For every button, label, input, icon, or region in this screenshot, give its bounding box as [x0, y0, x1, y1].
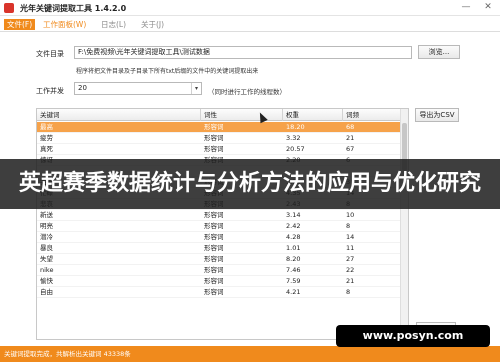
- concurrency-select[interactable]: 20 ▾: [74, 82, 202, 95]
- cell-weight: 2.42: [286, 222, 301, 230]
- cell-pos: 形容词: [204, 288, 224, 296]
- close-icon[interactable]: ✕: [480, 1, 496, 14]
- column-keyword[interactable]: 关键词: [37, 109, 201, 121]
- column-weight[interactable]: 权重: [283, 109, 343, 121]
- chevron-down-icon: ▾: [191, 83, 201, 94]
- cell-frequency: 8: [346, 222, 351, 230]
- cell-frequency: 21: [346, 277, 355, 285]
- cell-weight: 20.57: [286, 145, 305, 153]
- column-frequency[interactable]: 词频: [343, 109, 401, 121]
- cell-keyword: 最高: [40, 123, 53, 131]
- menu-bar: 文件(F) 工作面板(W) 日志(L) 关于(J): [0, 17, 500, 32]
- cell-keyword: 新送: [40, 211, 53, 219]
- minimize-icon[interactable]: —: [458, 1, 474, 14]
- export-csv-button[interactable]: 导出为CSV: [415, 108, 459, 122]
- table-row[interactable]: 愉快 形容词 7.59 21: [37, 276, 401, 287]
- cell-keyword: 疲劳: [40, 134, 53, 142]
- column-pos[interactable]: 词性: [201, 109, 283, 121]
- cell-keyword: 自由: [40, 288, 53, 296]
- cell-pos: 形容词: [204, 134, 224, 142]
- cell-frequency: 8: [346, 288, 351, 296]
- cell-frequency: 22: [346, 266, 355, 274]
- cell-weight: 4.28: [286, 233, 301, 241]
- cell-weight: 1.01: [286, 244, 301, 252]
- cell-keyword: 失望: [40, 255, 53, 263]
- cell-weight: 4.21: [286, 288, 301, 296]
- cell-weight: 8.20: [286, 255, 301, 263]
- overlay-banner: 英超赛季数据统计与分析方法的应用与优化研究: [0, 159, 500, 209]
- cell-weight: 7.46: [286, 266, 301, 274]
- cell-pos: 形容词: [204, 277, 224, 285]
- cell-pos: 形容词: [204, 255, 224, 263]
- cell-pos: 形容词: [204, 123, 224, 131]
- table-scrollbar[interactable]: [400, 109, 408, 339]
- table-row[interactable]: 失望 形容词 8.20 27: [37, 254, 401, 265]
- cell-keyword: 真死: [40, 145, 53, 153]
- concurrency-label: 工作并发: [36, 87, 64, 95]
- browse-button[interactable]: 浏览...: [418, 45, 460, 59]
- table-row[interactable]: 暴良 形容词 1.01 11: [37, 243, 401, 254]
- cell-pos: 形容词: [204, 211, 224, 219]
- cell-frequency: 68: [346, 123, 355, 131]
- concurrency-hint: （同时进行工作的线程数）: [208, 88, 286, 96]
- status-text: 关键词提取完成，共解析出关键词 43338条: [4, 350, 131, 358]
- watermark: www.posyn.com: [336, 325, 490, 347]
- menu-about[interactable]: 关于(J): [138, 19, 167, 30]
- cell-frequency: 10: [346, 211, 355, 219]
- cell-keyword: 明亮: [40, 222, 53, 230]
- table-row[interactable]: 自由 形容词 4.21 8: [37, 287, 401, 298]
- cell-frequency: 11: [346, 244, 355, 252]
- table-row[interactable]: 最高 形容词 18.20 68: [37, 122, 401, 133]
- cell-frequency: 14: [346, 233, 355, 241]
- table-row[interactable]: 疲劳 形容词 3.32 21: [37, 133, 401, 144]
- banner-text: 英超赛季数据统计与分析方法的应用与优化研究: [18, 171, 481, 196]
- title-bar: 光年关键词提取工具 1.4.2.0 — ✕: [0, 0, 500, 16]
- status-bar: 关键词提取完成，共解析出关键词 43338条: [0, 346, 500, 362]
- cell-keyword: 潜冷: [40, 233, 53, 241]
- dir-input[interactable]: F:\免费视频\光年关键词提取工具\测试数据: [74, 46, 412, 59]
- table-row[interactable]: 新送 形容词 3.14 10: [37, 210, 401, 221]
- window-title: 光年关键词提取工具 1.4.2.0: [20, 4, 127, 13]
- cell-pos: 形容词: [204, 233, 224, 241]
- cell-pos: 形容词: [204, 145, 224, 153]
- concurrency-value: 20: [78, 84, 87, 92]
- cell-weight: 18.20: [286, 123, 305, 131]
- keyword-table: 关键词 词性 权重 词频 最高 形容词 18.20 68 疲劳 形容词 3.32 21 真死 形容…: [36, 108, 409, 340]
- cell-pos: 形容词: [204, 266, 224, 274]
- cell-keyword: nike: [40, 266, 54, 274]
- cell-weight: 3.14: [286, 211, 301, 219]
- table-row[interactable]: nike 形容词 7.46 22: [37, 265, 401, 276]
- app-icon: [4, 3, 14, 13]
- menu-workpanel[interactable]: 工作面板(W): [40, 19, 89, 30]
- cell-pos: 形容词: [204, 244, 224, 252]
- dir-hint: 程序将把文件目录及子目录下所有txt后缀的文件中的关键词提取出来: [76, 68, 259, 75]
- table-row[interactable]: 明亮 形容词 2.42 8: [37, 221, 401, 232]
- cell-frequency: 27: [346, 255, 355, 263]
- cell-weight: 7.59: [286, 277, 301, 285]
- menu-file[interactable]: 文件(F): [4, 19, 36, 30]
- table-row[interactable]: 真死 形容词 20.57 67: [37, 144, 401, 155]
- cell-weight: 3.32: [286, 134, 301, 142]
- cell-pos: 形容词: [204, 222, 224, 230]
- cell-keyword: 愉快: [40, 277, 53, 285]
- cell-frequency: 67: [346, 145, 355, 153]
- dir-label: 文件目录: [36, 50, 64, 58]
- cell-frequency: 21: [346, 134, 355, 142]
- menu-log[interactable]: 日志(L): [98, 19, 129, 30]
- cell-keyword: 暴良: [40, 244, 53, 252]
- table-header: 关键词 词性 权重 词频: [37, 109, 401, 121]
- table-row[interactable]: 潜冷 形容词 4.28 14: [37, 232, 401, 243]
